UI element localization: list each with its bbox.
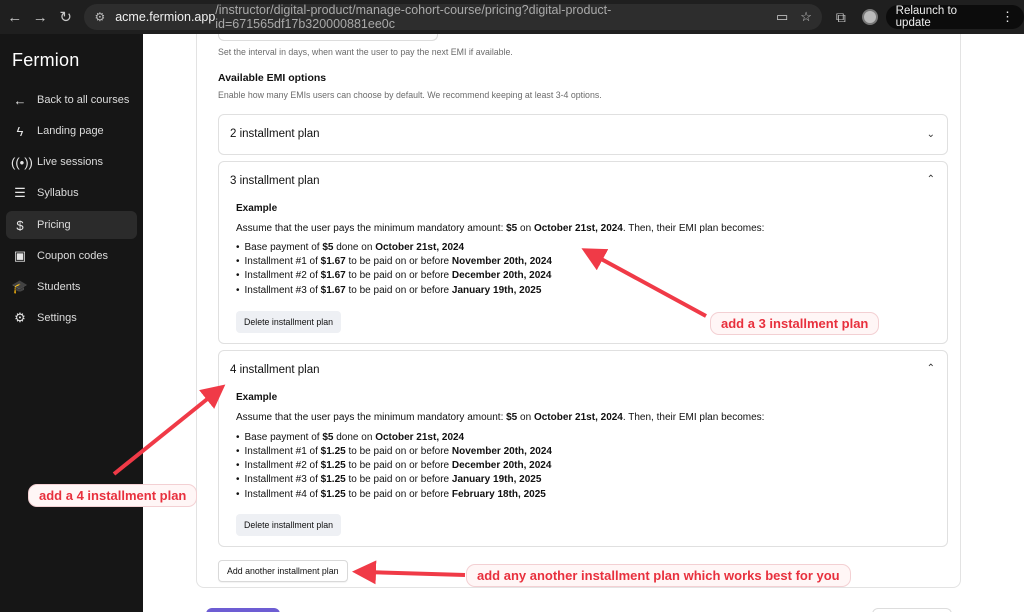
- back-arrow-icon[interactable]: ←: [2, 4, 27, 30]
- lightning-icon: ϟ: [16, 123, 24, 139]
- secondary-action-button[interactable]: [872, 608, 952, 612]
- plan-title[interactable]: 4 installment plan: [230, 364, 320, 376]
- list-item: Installment #3 of $1.67 to be paid on or…: [236, 285, 542, 296]
- sidebar-item-coupon-codes[interactable]: ▣ Coupon codes: [6, 242, 137, 270]
- brand-logo: Fermion: [12, 50, 80, 70]
- plan-title: 2 installment plan: [230, 128, 320, 140]
- sidebar-item-back[interactable]: ← Back to all courses: [6, 86, 137, 114]
- assume-text: Assume that the user pays the minimum ma…: [236, 223, 765, 234]
- interval-input[interactable]: [218, 34, 438, 41]
- bookmark-star-icon[interactable]: ☆: [800, 9, 812, 25]
- arrow-left-icon: ←: [13, 92, 27, 108]
- emi-options-subtitle: Enable how many EMIs users can choose by…: [218, 90, 602, 100]
- list-item: Installment #2 of $1.25 to be paid on or…: [236, 460, 552, 471]
- list-item: Installment #2 of $1.67 to be paid on or…: [236, 270, 552, 281]
- broadcast-icon: ((•)): [11, 154, 33, 170]
- plan-4-accordion: 4 installment plan ⌃ Example Assume that…: [218, 350, 948, 547]
- assume-text: Assume that the user pays the minimum ma…: [236, 412, 765, 423]
- sidebar: Fermion ← Back to all courses ϟ Landing pa…: [0, 34, 143, 612]
- sidebar-item-label: Pricing: [37, 219, 71, 231]
- delete-plan-4-button[interactable]: Delete installment plan: [236, 514, 341, 536]
- primary-action-button[interactable]: [206, 608, 280, 612]
- url-domain: acme.fermion.app: [115, 10, 216, 24]
- extensions-icon[interactable]: ⧉: [836, 9, 846, 26]
- site-settings-icon[interactable]: ⚙: [94, 10, 105, 24]
- example-label: Example: [236, 392, 278, 403]
- sidebar-item-label: Students: [37, 281, 81, 293]
- chevron-up-icon[interactable]: ⌃: [927, 174, 935, 185]
- annotation-3-plan: add a 3 installment plan: [710, 312, 880, 335]
- sidebar-item-landing-page[interactable]: ϟ Landing page: [6, 117, 137, 145]
- list-item: Base payment of $5 done on October 21st,…: [236, 432, 465, 443]
- plan-2-accordion[interactable]: 2 installment plan ⌄: [218, 114, 948, 155]
- list-item: Installment #3 of $1.25 to be paid on or…: [236, 474, 542, 485]
- sidebar-item-label: Settings: [37, 312, 77, 324]
- browser-toolbar: ← → ↻ ⚙ acme.fermion.app/instructor/digi…: [0, 0, 1024, 34]
- sidebar-item-label: Live sessions: [37, 156, 104, 168]
- gear-icon: ⚙: [14, 310, 26, 325]
- interval-helper-text: Set the interval in days, when want the …: [218, 47, 513, 57]
- more-menu-icon[interactable]: ⋮: [1001, 9, 1014, 25]
- annotation-4-plan: add a 4 installment plan: [28, 484, 198, 507]
- ticket-icon: ▣: [13, 248, 27, 263]
- sidebar-item-label: Syllabus: [37, 187, 79, 199]
- reload-icon[interactable]: ↻: [53, 4, 78, 30]
- relaunch-button[interactable]: Relaunch to update ⋮: [885, 5, 1024, 29]
- forward-arrow-icon[interactable]: →: [27, 4, 52, 30]
- sidebar-item-syllabus[interactable]: ☰ Syllabus: [6, 179, 137, 207]
- chevron-up-icon[interactable]: ⌃: [927, 363, 935, 374]
- annotation-add-plan: add any another installment plan which w…: [466, 564, 851, 587]
- graduation-cap-icon: 🎓: [11, 279, 29, 294]
- dollar-icon: $: [16, 217, 24, 233]
- relaunch-label: Relaunch to update: [895, 5, 958, 29]
- profile-avatar[interactable]: [861, 9, 878, 25]
- sidebar-item-pricing[interactable]: $ Pricing: [6, 211, 137, 239]
- cast-icon[interactable]: ▭: [776, 9, 788, 25]
- delete-plan-3-button[interactable]: Delete installment plan: [236, 311, 341, 333]
- list-item: Installment #1 of $1.25 to be paid on or…: [236, 446, 552, 457]
- sidebar-item-label: Back to all courses: [37, 94, 130, 106]
- list-icon: ☰: [14, 185, 26, 200]
- add-installment-plan-button[interactable]: Add another installment plan: [218, 560, 348, 582]
- sidebar-item-label: Coupon codes: [37, 250, 108, 262]
- chevron-down-icon[interactable]: ⌄: [927, 129, 935, 140]
- list-item: Base payment of $5 done on October 21st,…: [236, 242, 465, 253]
- sidebar-item-live-sessions[interactable]: ((•)) Live sessions: [6, 148, 137, 176]
- plan-title[interactable]: 3 installment plan: [230, 175, 320, 187]
- url-path: /instructor/digital-product/manage-cohor…: [215, 3, 612, 31]
- emi-options-title: Available EMI options: [218, 72, 327, 84]
- address-bar[interactable]: ⚙ acme.fermion.app/instructor/digital-pr…: [84, 3, 822, 31]
- sidebar-item-students[interactable]: 🎓 Students: [6, 273, 137, 301]
- sidebar-item-label: Landing page: [37, 125, 104, 137]
- list-item: Installment #4 of $1.25 to be paid on or…: [236, 489, 546, 500]
- example-label: Example: [236, 203, 278, 214]
- sidebar-item-settings[interactable]: ⚙ Settings: [6, 304, 137, 332]
- list-item: Installment #1 of $1.67 to be paid on or…: [236, 256, 552, 267]
